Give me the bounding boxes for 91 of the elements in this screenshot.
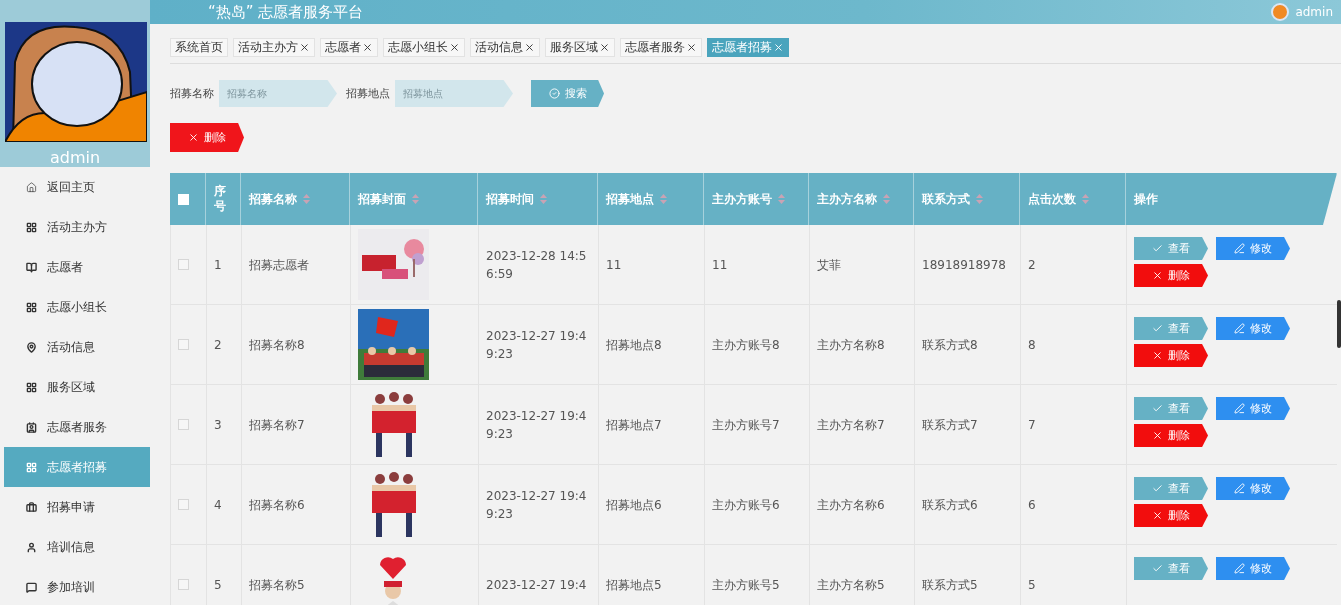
table-cell-text: 11 [606,256,622,274]
delete-button[interactable]: 删除 [1134,424,1208,447]
table-cell-text: 主办方账号8 [712,336,780,354]
delete-button[interactable]: 删除 [1134,504,1208,527]
table-cell-text: 招募名称8 [249,336,305,354]
table-cell-text: 5 [214,576,222,594]
column-header: 主办方账号 [712,191,772,207]
column-header: 招募封面 [358,191,406,207]
table-cell-text: 6 [1028,496,1036,514]
sidebar-item[interactable]: 活动信息 [4,327,150,367]
column-header: 点击次数 [1028,191,1076,207]
view-button[interactable]: 查看 [1134,317,1208,340]
column-header: 招募名称 [249,191,297,207]
edit-button[interactable]: 修改 [1216,397,1290,420]
sidebar-item[interactable]: 服务区域 [4,367,150,407]
table-cell-text: 招募地点7 [606,416,662,434]
table-cell-text: 联系方式5 [922,576,978,594]
tab[interactable]: 志愿小组长 [383,38,465,57]
table-cell-text: 主办方名称8 [817,336,885,354]
sidebar-item[interactable]: 志愿者 [4,247,150,287]
view-button[interactable]: 查看 [1134,477,1208,500]
table-cell-text: 18918918978 [922,256,1006,274]
column-header: 联系方式 [922,191,970,207]
table-cell-text: 8 [1028,336,1036,354]
edit-button[interactable]: 修改 [1216,477,1290,500]
table-cell-text: 主办方账号5 [712,576,780,594]
table-cell-text: 4 [214,496,222,514]
sidebar-item[interactable]: 志愿者服务 [4,407,150,447]
sidebar-item[interactable]: 志愿小组长 [4,287,150,327]
delete-button[interactable]: 删除 [1134,344,1208,367]
app-title: “热岛” 志愿者服务平台 [208,2,364,22]
column-header: 主办方名称 [817,191,877,207]
column-header: 操作 [1134,191,1158,207]
table-cell-text: 招募名称6 [249,496,305,514]
column-header: 招募地点 [606,191,654,207]
tab[interactable]: 活动主办方 [233,38,315,57]
tab[interactable]: 志愿者 [320,38,378,57]
table-cell-text: 主办方账号6 [712,496,780,514]
tab[interactable]: 服务区域 [545,38,615,57]
sidebar-item[interactable]: 活动主办方 [4,207,150,247]
view-button[interactable]: 查看 [1134,237,1208,260]
table-cell-text: 7 [1028,416,1036,434]
tab[interactable]: 活动信息 [470,38,540,57]
delete-button[interactable]: 删除 [170,123,244,152]
sidebar-item[interactable]: 志愿者招募 [4,447,150,487]
table-cell-text: 主办方账号7 [712,416,780,434]
table-cell-text: 艾菲 [817,256,841,274]
table-cell-text: 主办方名称7 [817,416,885,434]
table-cell-text: 招募地点8 [606,336,662,354]
edit-button[interactable]: 修改 [1216,557,1290,580]
column-header: 序号 [214,184,226,214]
table-cell-text: 联系方式6 [922,496,978,514]
tab[interactable]: 志愿者服务 [620,38,702,57]
search-field[interactable]: 招募名称 [219,80,337,107]
table-cell-text: 招募名称5 [249,576,305,594]
table-cell-text: 招募名称7 [249,416,305,434]
search-field[interactable]: 招募地点 [395,80,513,107]
table-cell-text: 2023-12-27 19:49:23 [486,327,588,363]
table-cell-text: 2023-12-27 19:4 [486,576,587,594]
tab[interactable]: 系统首页 [170,38,228,57]
field-label: 招募地点 [346,86,390,101]
table-cell-text: 2023-12-27 19:49:23 [486,407,588,443]
search-button[interactable]: 搜索 [531,80,604,107]
table-cell-text: 联系方式7 [922,416,978,434]
table-cell-text: 2023-12-28 14:56:59 [486,247,588,283]
table-cell-text: 主办方名称5 [817,576,885,594]
table-cell-text: 招募地点5 [606,576,662,594]
table-cell-text: 主办方名称6 [817,496,885,514]
sidebar-username: admin [49,148,101,167]
sidebar-item[interactable]: 培训信息 [4,527,150,567]
edit-button[interactable]: 修改 [1216,237,1290,260]
table-cell-text: 11 [712,256,728,274]
sidebar-item[interactable]: 招募申请 [4,487,150,527]
table-cell-text: 1 [214,256,222,274]
column-header: 招募时间 [486,191,534,207]
table-cell-text: 联系方式8 [922,336,978,354]
table-cell-text: 2 [214,336,222,354]
table-cell-text: 5 [1028,576,1036,594]
table-cell-text: 2 [1028,256,1036,274]
table-cell-text: 招募地点6 [606,496,662,514]
view-button[interactable]: 查看 [1134,397,1208,420]
edit-button[interactable]: 修改 [1216,317,1290,340]
tab[interactable]: 志愿者招募 [707,38,789,57]
field-label: 招募名称 [170,86,214,101]
sidebar-item[interactable]: 参加培训 [4,567,150,605]
table-cell-text: 招募志愿者 [249,256,309,274]
table-cell-text: 2023-12-27 19:49:23 [486,487,588,523]
delete-button[interactable]: 删除 [1134,264,1208,287]
view-button[interactable]: 查看 [1134,557,1208,580]
sidebar-item[interactable]: 返回主页 [4,167,150,207]
table-cell-text: 3 [214,416,222,434]
